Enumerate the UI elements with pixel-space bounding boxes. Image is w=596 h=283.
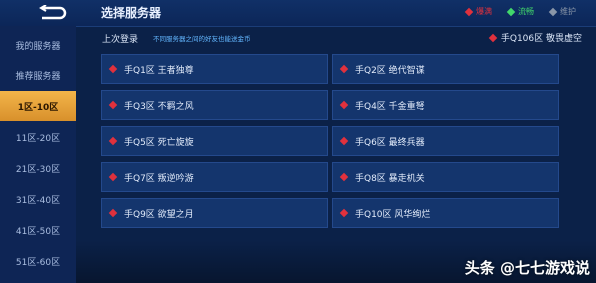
page-title: 选择服务器 bbox=[101, 6, 162, 20]
sidebar-item-31-40[interactable]: 31区-40区 bbox=[0, 184, 76, 214]
smooth-status-icon bbox=[506, 7, 516, 16]
full-status-icon bbox=[339, 172, 349, 182]
full-status-icon bbox=[464, 7, 474, 16]
full-status-icon bbox=[108, 100, 118, 110]
full-status-icon bbox=[108, 136, 118, 146]
server-name: 手Q10区 风华绚烂 bbox=[355, 209, 431, 220]
server-name: 手Q5区 死亡旋旋 bbox=[124, 137, 194, 148]
last-login-server[interactable]: 手Q106区 敬畏虚空 bbox=[488, 31, 582, 44]
server-q1[interactable]: 手Q1区 王者独尊 bbox=[101, 54, 328, 84]
server-group-sidebar: 我的服务器 推荐服务器 1区-10区 11区-20区 21区-30区 31区-4… bbox=[0, 26, 76, 283]
sidebar-item-my-servers[interactable]: 我的服务器 bbox=[0, 30, 76, 60]
last-login-server-name: 手Q106区 敬畏虚空 bbox=[500, 34, 582, 44]
server-q7[interactable]: 手Q7区 叛逆吟游 bbox=[101, 162, 328, 192]
sidebar-item-41-50[interactable]: 41区-50区 bbox=[0, 215, 76, 245]
full-status-icon bbox=[108, 172, 118, 182]
legend-smooth-label: 流畅 bbox=[518, 7, 534, 16]
server-q3[interactable]: 手Q3区 不羁之风 bbox=[101, 90, 328, 120]
server-q2[interactable]: 手Q2区 绝代智谋 bbox=[332, 54, 559, 84]
server-q10[interactable]: 手Q10区 风华绚烂 bbox=[332, 198, 559, 228]
watermark: 头条 @七七游戏说 bbox=[464, 259, 590, 277]
sidebar-item-11-20[interactable]: 11区-20区 bbox=[0, 122, 76, 152]
server-name: 手Q8区 暴走机关 bbox=[355, 173, 425, 184]
legend-maintenance-label: 维护 bbox=[560, 7, 576, 16]
full-status-icon bbox=[339, 100, 349, 110]
server-name: 手Q1区 王者独尊 bbox=[124, 65, 194, 76]
server-q9[interactable]: 手Q9区 欲望之月 bbox=[101, 198, 328, 228]
last-login-label: 上次登录 bbox=[102, 35, 139, 45]
legend-smooth: 流畅 bbox=[506, 6, 534, 17]
back-button[interactable] bbox=[36, 3, 70, 23]
server-q8[interactable]: 手Q8区 暴走机关 bbox=[332, 162, 559, 192]
legend-full-label: 爆满 bbox=[476, 7, 492, 16]
sidebar-item-recommended[interactable]: 推荐服务器 bbox=[0, 60, 76, 90]
server-name: 手Q6区 最终兵器 bbox=[355, 137, 425, 148]
full-status-icon bbox=[108, 208, 118, 218]
server-name: 手Q9区 欲望之月 bbox=[124, 209, 194, 220]
server-q5[interactable]: 手Q5区 死亡旋旋 bbox=[101, 126, 328, 156]
full-status-icon bbox=[339, 136, 349, 146]
full-status-icon bbox=[339, 208, 349, 218]
server-name: 手Q4区 千金重弩 bbox=[355, 101, 425, 112]
full-status-icon bbox=[339, 64, 349, 74]
legend-maintenance: 维护 bbox=[548, 6, 576, 17]
server-q6[interactable]: 手Q6区 最终兵器 bbox=[332, 126, 559, 156]
back-arrow-icon bbox=[39, 5, 67, 20]
sidebar-item-1-10[interactable]: 1区-10区 bbox=[0, 91, 76, 121]
full-status-icon bbox=[488, 33, 498, 42]
full-status-icon bbox=[108, 64, 118, 74]
server-name: 手Q3区 不羁之风 bbox=[124, 101, 194, 112]
server-name: 手Q7区 叛逆吟游 bbox=[124, 173, 194, 184]
server-q4[interactable]: 手Q4区 千金重弩 bbox=[332, 90, 559, 120]
server-name: 手Q2区 绝代智谋 bbox=[355, 65, 425, 76]
maintenance-status-icon bbox=[548, 7, 558, 16]
sidebar-item-51-60[interactable]: 51区-60区 bbox=[0, 246, 76, 276]
status-legend: 爆满 流畅 维护 bbox=[464, 6, 576, 17]
top-bar: 选择服务器 爆满 流畅 维护 bbox=[0, 0, 596, 27]
friend-gift-hint: 不同服务器之间的好友也能送金币 bbox=[153, 35, 251, 43]
legend-full: 爆满 bbox=[464, 6, 492, 17]
sidebar-item-21-30[interactable]: 21区-30区 bbox=[0, 153, 76, 183]
